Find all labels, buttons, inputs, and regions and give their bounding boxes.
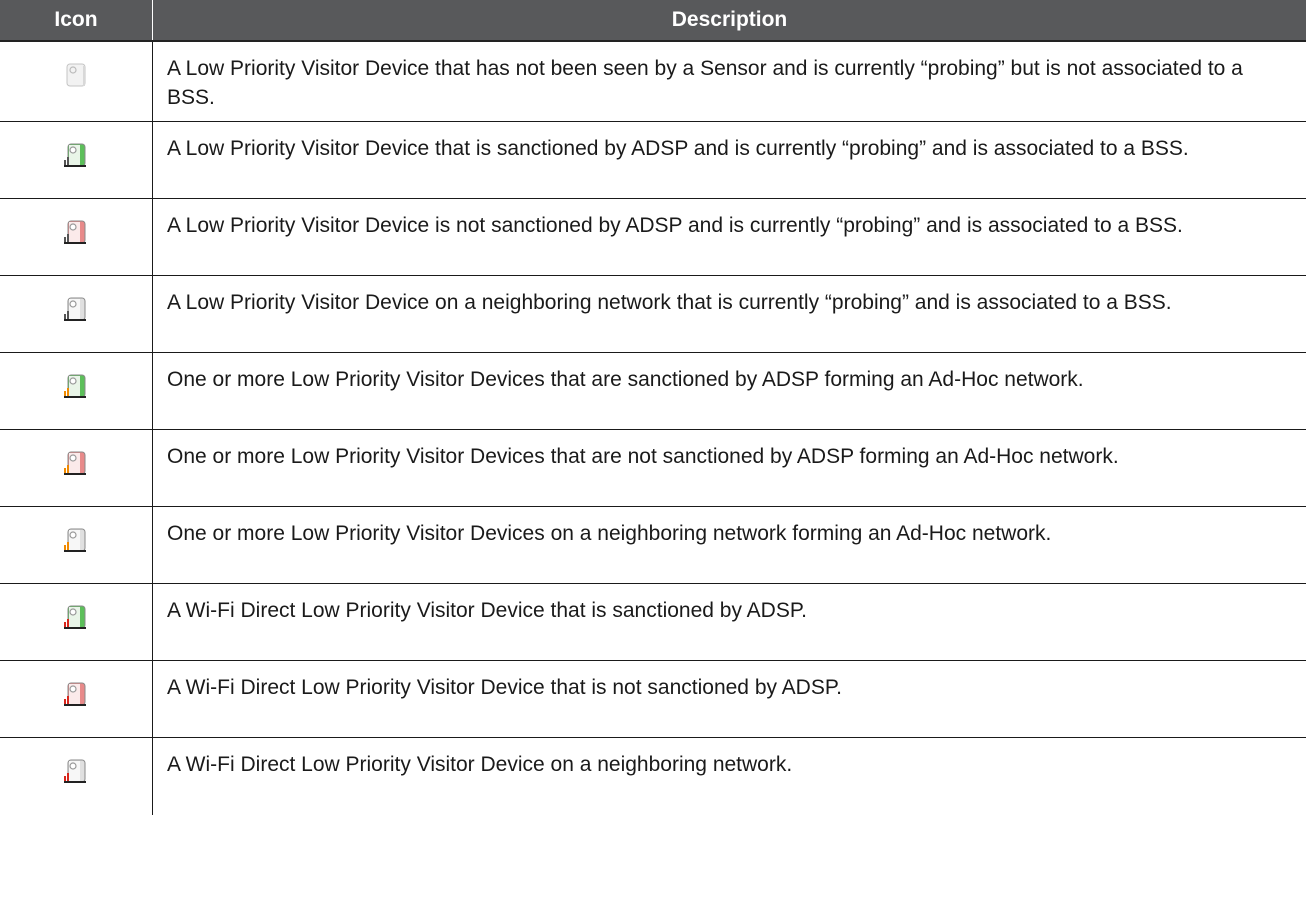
description-column-header: Description — [152, 0, 1306, 42]
header-row: Icon Description — [0, 0, 1306, 42]
visitor-device-sanctioned-adhoc-icon — [64, 374, 86, 398]
row-description: A Low Priority Visitor Device that is sa… — [152, 121, 1306, 199]
table-row: A Low Priority Visitor Device that is sa… — [0, 121, 1306, 199]
visitor-device-unseen-icon — [66, 63, 86, 87]
table-row: A Low Priority Visitor Device is not san… — [0, 198, 1306, 276]
icon-column-header: Icon — [0, 0, 153, 42]
visitor-device-neighboring-adhoc-icon — [64, 528, 86, 552]
row-description: One or more Low Priority Visitor Devices… — [152, 429, 1306, 507]
row-description: A Low Priority Visitor Device is not san… — [152, 198, 1306, 276]
visitor-device-unsanctioned-bss-icon — [64, 220, 86, 244]
row-description: A Wi-Fi Direct Low Priority Visitor Devi… — [152, 583, 1306, 661]
table-row: One or more Low Priority Visitor Devices… — [0, 352, 1306, 430]
visitor-device-unsanctioned-wifi-direct-icon — [64, 682, 86, 706]
icon-legend-table: Icon Description A Low Priority Visitor … — [0, 0, 1306, 815]
row-description: One or more Low Priority Visitor Devices… — [152, 506, 1306, 584]
table-row: A Wi-Fi Direct Low Priority Visitor Devi… — [0, 583, 1306, 661]
row-description: One or more Low Priority Visitor Devices… — [152, 352, 1306, 430]
visitor-device-sanctioned-wifi-direct-icon — [64, 605, 86, 629]
table-row: A Wi-Fi Direct Low Priority Visitor Devi… — [0, 660, 1306, 738]
visitor-device-unsanctioned-adhoc-icon — [64, 451, 86, 475]
row-description: A Wi-Fi Direct Low Priority Visitor Devi… — [167, 753, 793, 776]
visitor-device-neighboring-bss-icon — [64, 297, 86, 321]
table-row: One or more Low Priority Visitor Devices… — [0, 506, 1306, 584]
table-row: A Low Priority Visitor Device on a neigh… — [0, 275, 1306, 353]
row-description: A Low Priority Visitor Device on a neigh… — [152, 275, 1306, 353]
table-row: One or more Low Priority Visitor Devices… — [0, 429, 1306, 507]
table-row: A Wi-Fi Direct Low Priority Visitor Devi… — [0, 737, 1306, 815]
row-description: A Low Priority Visitor Device that has n… — [152, 41, 1306, 122]
visitor-device-sanctioned-bss-icon — [64, 143, 86, 167]
visitor-device-neighboring-wifi-direct-icon — [64, 759, 86, 783]
row-description: A Wi-Fi Direct Low Priority Visitor Devi… — [152, 660, 1306, 738]
table-row: A Low Priority Visitor Device that has n… — [0, 41, 1306, 122]
